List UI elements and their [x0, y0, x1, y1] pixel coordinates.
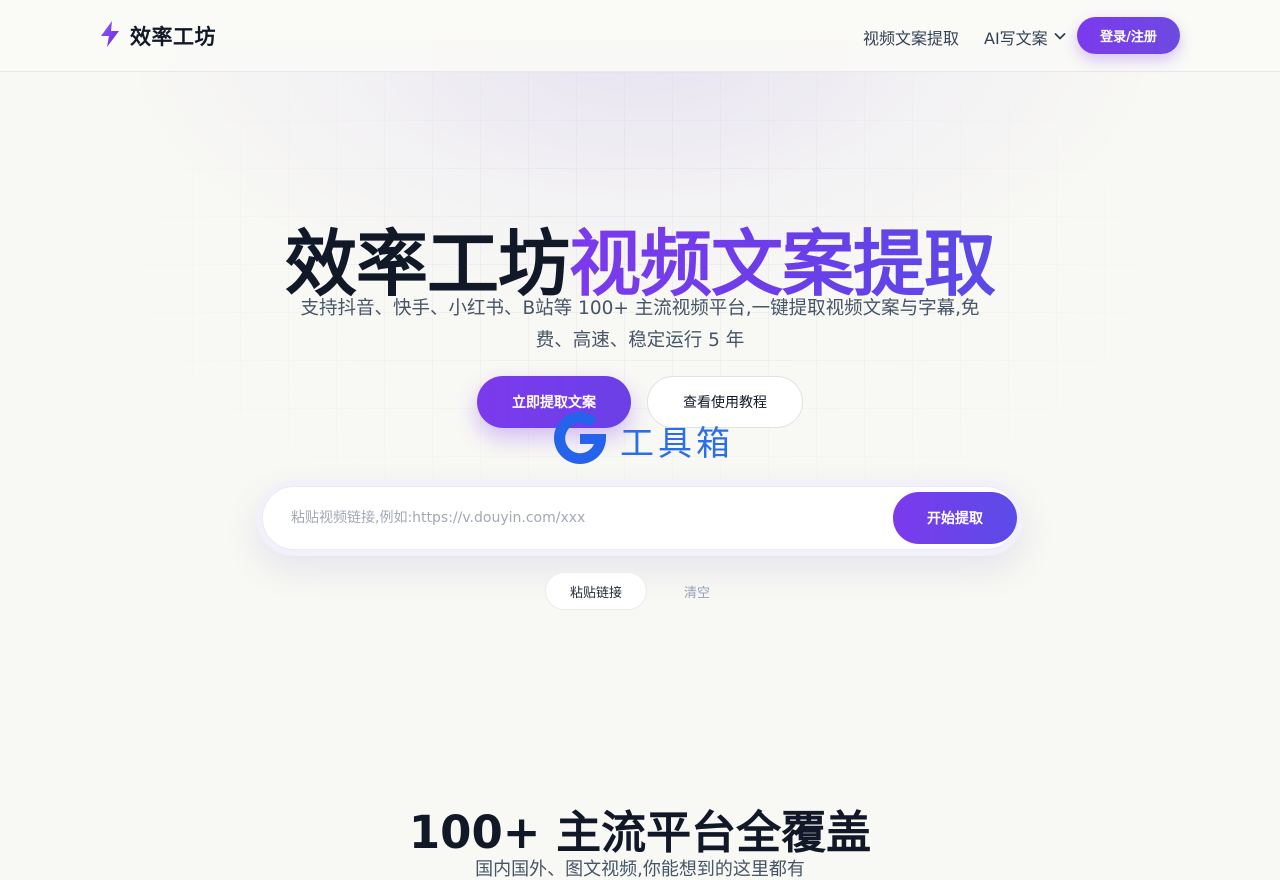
site-logo[interactable]: 效率工坊 — [98, 20, 216, 52]
video-link-input[interactable] — [289, 487, 879, 549]
clear-button[interactable]: 清空 — [664, 572, 730, 610]
lightning-bolt-icon — [98, 20, 122, 52]
g-logo-icon — [550, 408, 610, 472]
nav-ai-write-dropdown[interactable]: AI写文案 — [984, 25, 1067, 49]
chevron-down-icon — [1048, 28, 1067, 47]
hero-subtitle: 支持抖音、快手、小红书、B站等 100+ 主流视频平台,一键提取视频文案与字幕,… — [300, 297, 980, 351]
nav-ai-write-label: AI写文案 — [984, 29, 1048, 48]
site-logo-text: 效率工坊 — [130, 25, 216, 49]
link-search-bar: 开始提取 — [256, 480, 1024, 556]
search-box: 开始提取 — [262, 486, 1018, 550]
platforms-section-title: 100+ 主流平台全覆盖 — [408, 806, 872, 860]
platforms-section-subtitle: 国内国外、图文视频,你能想到的这里都有 — [475, 859, 805, 880]
watermark: 工具箱 — [550, 410, 734, 470]
nav-video-extract[interactable]: 视频文案提取 — [863, 25, 959, 49]
start-extract-button[interactable]: 开始提取 — [893, 492, 1017, 544]
paste-link-button[interactable]: 粘贴链接 — [545, 572, 647, 610]
watermark-text: 工具箱 — [620, 423, 734, 464]
top-navbar: 效率工坊 视频文案提取 AI写文案 登录/注册 — [0, 0, 1280, 72]
page: 效率工坊 视频文案提取 AI写文案 登录/注册 效率工坊 视频文案提取 支持抖音、… — [0, 0, 1280, 880]
login-register-button[interactable]: 登录/注册 — [1077, 17, 1180, 54]
